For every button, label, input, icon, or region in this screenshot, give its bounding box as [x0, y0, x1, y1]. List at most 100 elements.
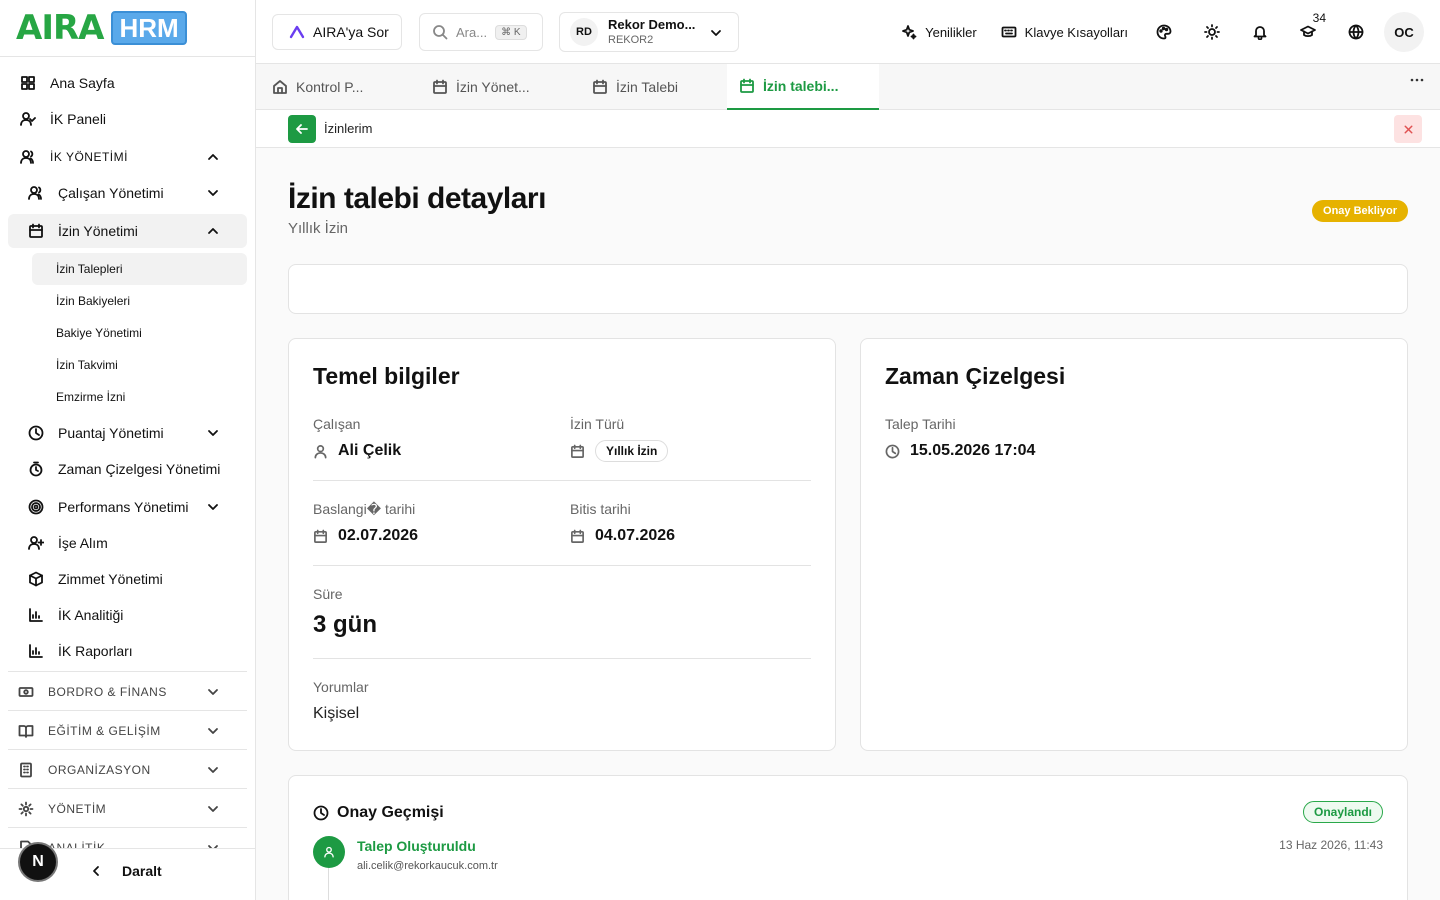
keyboard-shortcuts-button[interactable]: Klavye Kısayolları	[989, 12, 1140, 52]
sidebar-item-home[interactable]: Ana Sayfa	[8, 67, 247, 99]
history-entry-date: 13 Haz 2026, 11:43	[1279, 838, 1383, 852]
ask-aira-button[interactable]: AIRA'ya Sor	[272, 14, 402, 50]
close-icon	[1404, 125, 1412, 133]
bar-chart-icon	[29, 644, 43, 658]
clock-icon	[885, 444, 900, 458]
tab-bar: Kontrol P... İzin Yönet... İzin Talebi İ…	[256, 64, 1440, 110]
palette-icon	[1156, 24, 1172, 40]
breadcrumb-label: İzinlerim	[324, 121, 373, 136]
sidebar-item-analytics[interactable]: İK Analitiği	[8, 599, 247, 631]
building-icon	[20, 762, 32, 778]
sidebar-item-employee-management[interactable]: Çalışan Yönetimi	[8, 177, 247, 209]
tab-label: Kontrol P...	[296, 79, 364, 95]
comments-label: Yorumlar	[313, 679, 369, 695]
banknote-icon	[18, 687, 34, 697]
logo-text: AIRA	[16, 8, 104, 48]
sidebar-section-hr-management[interactable]: İK YÖNETİMİ	[8, 141, 247, 173]
sidebar-item-recruitment[interactable]: İşe Alım	[8, 527, 247, 559]
back-button[interactable]	[288, 115, 316, 143]
section-divider	[8, 710, 247, 711]
calendar-icon	[571, 529, 584, 543]
collapse-sidebar-button[interactable]: Daralt	[88, 863, 162, 879]
training-button[interactable]: 34	[1284, 11, 1332, 52]
theme-palette-button[interactable]	[1140, 12, 1188, 52]
keyboard-shortcuts-label: Klavye Kısayolları	[1024, 24, 1128, 40]
start-date-label: Baslangi� tarihi	[313, 501, 416, 517]
box-icon	[29, 571, 43, 587]
end-date-value: 04.07.2026	[570, 527, 675, 545]
history-entry-title: Talep Oluşturuldu	[357, 838, 476, 854]
chevron-down-icon	[208, 728, 218, 734]
logo-divider	[0, 56, 255, 57]
section-divider	[8, 788, 247, 789]
chevron-down-icon	[208, 767, 218, 773]
aira-logo-icon	[289, 25, 305, 39]
logo[interactable]: AIRA HRM	[16, 8, 187, 48]
sidebar-section-training[interactable]: EĞİTİM & GELİŞİM	[8, 715, 247, 747]
sidebar-section-label: YÖNETİM	[48, 802, 107, 816]
sidebar-item-timesheet[interactable]: Zaman Çizelgesi Yönetimi	[8, 453, 247, 485]
sidebar-item-assets[interactable]: Zimmet Yönetimi	[8, 563, 247, 595]
sidebar-item-leave-management[interactable]: İzin Yönetimi	[8, 214, 247, 248]
theme-toggle-button[interactable]	[1188, 12, 1236, 52]
book-open-icon	[18, 725, 34, 738]
user-check-icon	[20, 112, 36, 126]
sidebar-subitem-label: İzin Takvimi	[56, 358, 118, 372]
more-horizontal-icon	[1410, 78, 1424, 82]
sidebar-subitem-leave-balances[interactable]: İzin Bakiyeleri	[8, 285, 247, 317]
language-button[interactable]	[1332, 12, 1380, 52]
employee-label: Çalışan	[313, 416, 361, 432]
sidebar-item-label: Çalışan Yönetimi	[58, 185, 164, 201]
start-date: 02.07.2026	[338, 527, 419, 544]
request-date-label: Talep Tarihi	[885, 416, 956, 432]
sidebar-item-attendance[interactable]: Puantaj Yönetimi	[8, 417, 247, 449]
sidebar-subitem-leave-calendar[interactable]: İzin Takvimi	[8, 349, 247, 381]
sidebar-subitem-balance-management[interactable]: Bakiye Yönetimi	[8, 317, 247, 349]
search-input[interactable]: Ara... ⌘ K	[419, 13, 543, 51]
company-switcher[interactable]: RD Rekor Demo... REKOR2	[559, 12, 739, 52]
divider	[313, 565, 811, 566]
tab-leave-request[interactable]: İzin Talebi	[576, 64, 726, 110]
clock-icon	[313, 805, 329, 821]
chevron-up-icon	[208, 154, 218, 160]
sidebar-section-administration[interactable]: YÖNETİM	[8, 793, 247, 825]
search-shortcut: ⌘ K	[495, 24, 527, 40]
tab-label: İzin Talebi	[616, 79, 679, 95]
calendar-icon	[433, 79, 447, 94]
chevron-left-icon	[93, 866, 99, 876]
sidebar-item-reports[interactable]: İK Raporları	[8, 635, 247, 667]
comments-value: Kişisel	[313, 705, 360, 722]
request-date: 15.05.2026 17:04	[910, 442, 1036, 459]
page-title: İzin talebi detayları	[288, 182, 546, 215]
tab-dashboard[interactable]: Kontrol P...	[256, 64, 416, 110]
calendar-icon	[571, 444, 584, 458]
chevron-down-icon	[208, 190, 218, 196]
sidebar-item-label: Puantaj Yönetimi	[58, 425, 164, 441]
sidebar-item-label: Ana Sayfa	[50, 75, 115, 91]
history-title: Onay Geçmişi	[313, 804, 444, 822]
close-button[interactable]	[1394, 115, 1422, 143]
whats-new-button[interactable]: Yenilikler	[889, 12, 989, 52]
sidebar-item-hr-panel[interactable]: İK Paneli	[8, 103, 247, 135]
user-avatar[interactable]: OC	[1384, 12, 1424, 52]
start-date-value: 02.07.2026	[313, 527, 418, 545]
sidebar-subitem-nursing-leave[interactable]: Emzirme İzni	[8, 381, 247, 413]
keyboard-icon	[1001, 26, 1017, 38]
sidebar-section-payroll[interactable]: BORDRO & FİNANS	[8, 676, 247, 708]
sidebar-section-organization[interactable]: ORGANİZASYON	[8, 754, 247, 786]
basic-info-card: Temel bilgiler Çalışan Ali Çelik İzin Tü…	[288, 338, 836, 751]
user-badge[interactable]: N	[18, 842, 58, 882]
history-title-text: Onay Geçmişi	[337, 804, 444, 821]
timer-icon	[29, 461, 43, 477]
search-placeholder: Ara...	[456, 24, 488, 40]
sidebar-subitem-leave-requests[interactable]: İzin Talepleri	[32, 253, 247, 285]
tab-leave-request-detail[interactable]: İzin talebi...	[727, 64, 879, 110]
ask-aira-label: AIRA'ya Sor	[313, 24, 389, 40]
tab-leave-management[interactable]: İzin Yönet...	[416, 64, 576, 110]
sidebar-item-performance[interactable]: Performans Yönetimi	[8, 491, 247, 523]
sidebar-subitem-label: İzin Bakiyeleri	[56, 294, 131, 308]
user-plus-icon	[28, 536, 44, 550]
chevron-down-icon	[711, 30, 721, 36]
notifications-button[interactable]	[1236, 12, 1284, 52]
more-tabs-button[interactable]	[1410, 78, 1424, 82]
